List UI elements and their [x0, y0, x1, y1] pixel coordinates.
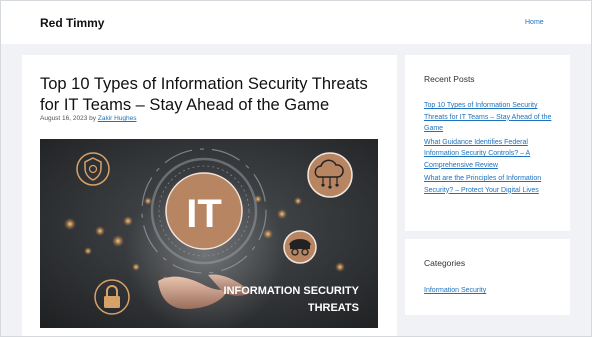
it-badge-text: IT — [186, 192, 222, 236]
recent-post-link[interactable]: Top 10 Types of Information Security Thr… — [424, 102, 551, 132]
recent-post-link[interactable]: What are the Principles of Information S… — [424, 175, 541, 194]
list-item: What Guidance Identifies Federal Informa… — [424, 137, 559, 172]
list-item: Top 10 Types of Information Security Thr… — [424, 100, 559, 135]
recent-posts-widget: Recent Posts Top 10 Types of Information… — [405, 55, 570, 231]
main-content: Top 10 Types of Information Security Thr… — [22, 55, 397, 337]
post-meta: August 16, 2023 by Zakir Hughes — [40, 115, 137, 122]
image-caption-line1: INFORMATION SECURITY — [224, 285, 360, 297]
post-date: August 16, 2023 — [40, 115, 88, 122]
recent-posts-title: Recent Posts — [424, 74, 475, 84]
cloud-network-icon — [307, 152, 353, 198]
it-badge: IT — [165, 172, 243, 250]
list-item: What are the Principles of Information S… — [424, 173, 559, 196]
featured-image[interactable]: IT INFORMATION SECURITY THREATS — [40, 139, 378, 328]
hacker-icon — [283, 230, 317, 264]
recent-post-link[interactable]: What Guidance Identifies Federal Informa… — [424, 139, 530, 169]
image-caption-line2: THREATS — [308, 302, 359, 314]
site-header: Red Timmy Home — [1, 1, 591, 44]
nav-home-link[interactable]: Home — [525, 19, 544, 26]
post-title: Top 10 Types of Information Security Thr… — [40, 75, 368, 114]
category-link[interactable]: Information Security — [424, 287, 486, 294]
site-title[interactable]: Red Timmy — [40, 16, 104, 30]
categories-list: Information Security — [424, 285, 559, 299]
recent-posts-list: Top 10 Types of Information Security Thr… — [424, 100, 559, 198]
categories-title: Categories — [424, 258, 466, 268]
post-by: by — [89, 115, 97, 122]
list-item: Information Security — [424, 285, 559, 297]
categories-widget: Categories Information Security — [405, 239, 570, 315]
post-author-link[interactable]: Zakir Hughes — [98, 115, 137, 122]
